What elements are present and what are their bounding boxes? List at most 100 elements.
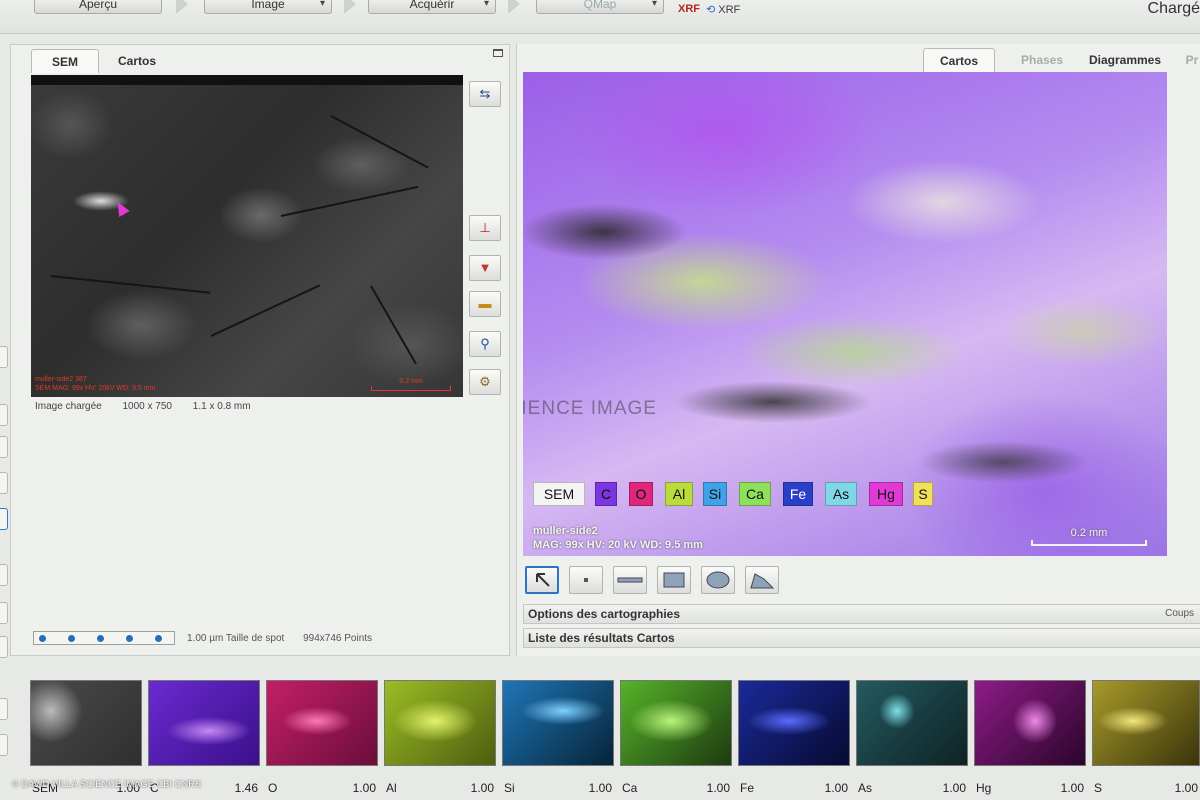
- settings-button[interactable]: ⚙: [469, 369, 501, 395]
- slider-tick: [155, 635, 162, 642]
- chevron-down-icon: ▾: [483, 0, 489, 9]
- thumbnail-ca[interactable]: [620, 680, 732, 766]
- image-status-label: Image chargée: [35, 401, 102, 412]
- map-overlay-line1: muller-side2: [533, 525, 598, 537]
- xy-axis-button[interactable]: ⊥: [469, 215, 501, 241]
- map-results-section[interactable]: Liste des résultats Cartos: [523, 628, 1200, 648]
- edge-button[interactable]: [0, 602, 8, 624]
- spot-size-slider[interactable]: [33, 631, 175, 645]
- minimize-icon[interactable]: [493, 49, 503, 57]
- element-map-view[interactable]: SCIENCE IMAGE SEM C O Al Si Ca Fe As Hg …: [523, 72, 1167, 556]
- sem-overlay-info: muller-side2 387 SEM MAG: 99x HV: 20kV W…: [35, 375, 155, 393]
- ellipse-tool-button[interactable]: [701, 566, 735, 594]
- tab-sem[interactable]: SEM: [31, 49, 99, 73]
- legend-chip-sem[interactable]: SEM: [533, 482, 585, 506]
- layer-button[interactable]: ▬: [469, 291, 501, 317]
- legend-chip-fe[interactable]: Fe: [783, 482, 813, 506]
- watermark-text: SCIENCE IMAGE: [523, 398, 657, 419]
- point-tool-button[interactable]: [569, 566, 603, 594]
- thumbnail-s[interactable]: [1092, 680, 1200, 766]
- edge-button[interactable]: [0, 404, 8, 426]
- image-status-line: Image chargée 1000 x 750 1.1 x 0.8 mm: [35, 401, 269, 412]
- rectangle-icon: [663, 572, 685, 588]
- image-resolution: 1000 x 750: [122, 401, 173, 412]
- xrf-label[interactable]: XRF: [678, 3, 700, 15]
- swap-view-button[interactable]: ⇆: [469, 81, 501, 107]
- polygon-icon: [750, 573, 775, 589]
- map-overlay-info: muller-side2 MAG: 99x HV: 20 kV WD: 9.5 …: [533, 524, 703, 552]
- tab-pr[interactable]: Pr: [1181, 48, 1200, 72]
- thumbnail-si[interactable]: [502, 680, 614, 766]
- element-value: 1.00: [352, 781, 376, 795]
- element-label: S: [1094, 781, 1103, 795]
- legend-chip-hg[interactable]: Hg: [869, 482, 903, 506]
- legend-chip-c[interactable]: C: [595, 482, 617, 506]
- legend-chip-al[interactable]: Al: [665, 482, 693, 506]
- thumbnail-o[interactable]: [266, 680, 378, 766]
- edge-button[interactable]: [0, 564, 8, 586]
- edge-button[interactable]: [0, 734, 8, 756]
- element-value: 1.00: [1174, 781, 1198, 795]
- map-options-section[interactable]: Options des cartographies Coups: [523, 604, 1200, 624]
- legend-chip-si[interactable]: Si: [703, 482, 727, 506]
- tab-diagrammes[interactable]: Diagrammes: [1083, 48, 1167, 72]
- spot-info: 1.00 µm Taille de spot 994x746 Points: [187, 633, 388, 644]
- element-value: 1.46: [234, 781, 258, 795]
- legend-chip-o[interactable]: O: [629, 482, 653, 506]
- value-cell-o: O 1.00: [266, 781, 378, 797]
- step-image-button[interactable]: Image ▾: [204, 0, 332, 14]
- chevron-down-icon: ▾: [651, 0, 657, 9]
- step-acquerir-button[interactable]: Acquérir ▾: [368, 0, 496, 14]
- tab-cartos-label: Cartos: [939, 54, 978, 68]
- edge-button-selected[interactable]: [0, 508, 8, 530]
- slider-tick: [97, 635, 104, 642]
- slider-tick: [68, 635, 75, 642]
- sem-texture: [210, 284, 321, 337]
- sync-icon: ⟲: [706, 4, 716, 16]
- left-edge-toolbar: [0, 340, 10, 780]
- thumbnail-al[interactable]: [384, 680, 496, 766]
- tab-phases[interactable]: Phases: [1007, 48, 1077, 72]
- tab-cartos-left[interactable]: Cartos: [107, 49, 167, 73]
- thumbnail-c[interactable]: [148, 680, 260, 766]
- marker-button[interactable]: ▼: [469, 255, 501, 281]
- tab-pr-label: Pr: [1185, 53, 1199, 67]
- thumbnail-fe[interactable]: [738, 680, 850, 766]
- edge-button[interactable]: [0, 636, 8, 658]
- edge-button[interactable]: [0, 698, 8, 720]
- tab-sem-label: SEM: [51, 55, 78, 69]
- element-value: 1.00: [706, 781, 730, 795]
- sem-scale-bar: 0.2 mm: [371, 378, 451, 391]
- xrf-sync-label: XRF: [718, 4, 741, 16]
- map-options-label: Options des cartographies: [528, 607, 681, 621]
- polygon-tool-button[interactable]: [745, 566, 779, 594]
- zoom-button[interactable]: ⚲: [469, 331, 501, 357]
- edge-button[interactable]: [0, 436, 8, 458]
- line-tool-button[interactable]: [613, 566, 647, 594]
- pointer-tool-button[interactable]: [525, 566, 559, 594]
- element-value: 1.00: [470, 781, 494, 795]
- thumbnail-as[interactable]: [856, 680, 968, 766]
- thumbnail-sem[interactable]: [30, 680, 142, 766]
- step-apercu-button[interactable]: Aperçu: [34, 0, 162, 14]
- spot-size-text: 1.00 µm Taille de spot: [187, 633, 285, 644]
- thumbnail-hg[interactable]: [974, 680, 1086, 766]
- gear-icon: ⚙: [479, 374, 491, 389]
- edge-button[interactable]: [0, 472, 8, 494]
- xrf-sync-button[interactable]: ⟲ XRF: [706, 3, 740, 16]
- legend-chip-s[interactable]: S: [913, 482, 933, 506]
- tab-cartos[interactable]: Cartos: [923, 48, 995, 72]
- sem-texture: [280, 185, 419, 217]
- step-qmap-button[interactable]: QMap ▾: [536, 0, 664, 14]
- rectangle-tool-button[interactable]: [657, 566, 691, 594]
- element-value: 1.00: [588, 781, 612, 795]
- sem-image-view[interactable]: muller-side2 387 SEM MAG: 99x HV: 20kV W…: [31, 75, 463, 397]
- legend-chip-ca[interactable]: Ca: [739, 482, 771, 506]
- scale-bar-line: [371, 386, 451, 391]
- element-value: 1.00: [942, 781, 966, 795]
- element-label: Si: [504, 781, 515, 795]
- legend-chip-as[interactable]: As: [825, 482, 857, 506]
- legend-label: S: [918, 486, 928, 502]
- edge-button[interactable]: [0, 346, 8, 368]
- tab-phases-label: Phases: [1020, 53, 1064, 67]
